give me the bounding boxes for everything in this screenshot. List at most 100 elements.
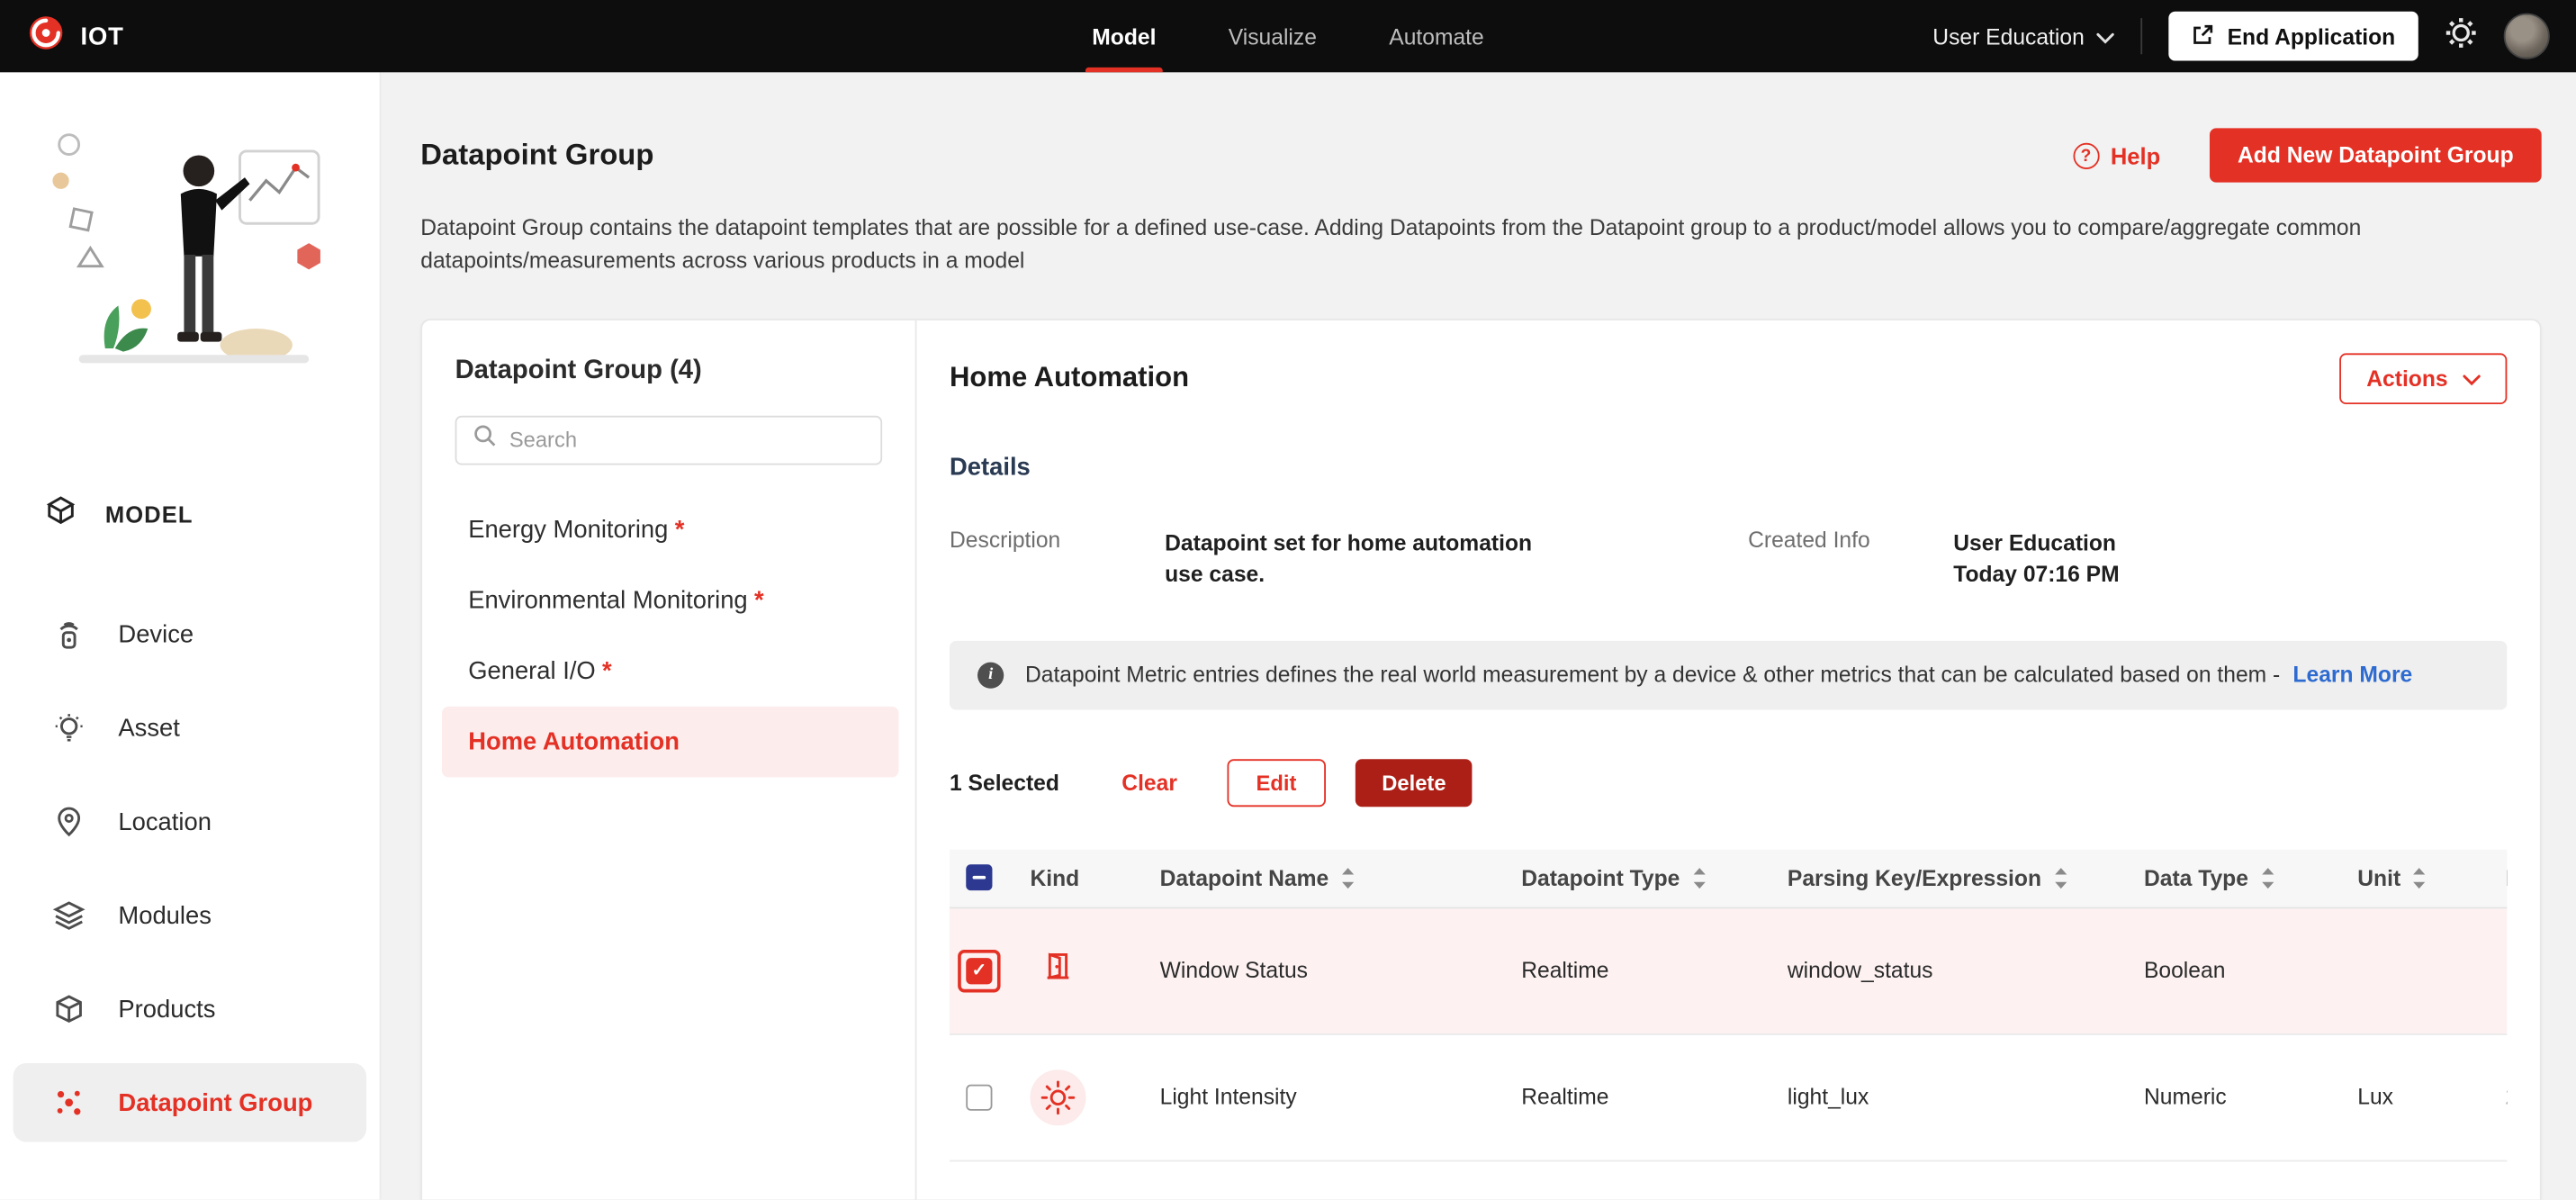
- actions-button[interactable]: Actions: [2340, 352, 2508, 404]
- learn-more-link[interactable]: Learn More: [2292, 663, 2412, 687]
- app-window: IOT Model Visualize Automate User Educat…: [0, 0, 2576, 1200]
- row-checkbox-empty[interactable]: [966, 1083, 993, 1111]
- group-item-general-io[interactable]: General I/O *: [442, 635, 898, 705]
- row-checkbox-checked[interactable]: [966, 957, 993, 984]
- group-detail-panel: Home Automation Actions Details Descript…: [916, 320, 2539, 1199]
- help-icon: [2072, 141, 2100, 169]
- created-info-value: User Education Today 07:16 PM: [1953, 527, 2507, 591]
- cell-datapoint-type: Realtime: [1521, 958, 1609, 983]
- group-search[interactable]: [455, 414, 883, 465]
- required-marker: *: [602, 656, 612, 685]
- sort-icon[interactable]: [2053, 867, 2067, 889]
- cell-data-type: Numeric: [2143, 1084, 2227, 1110]
- col-datapoint-name: Datapoint Name: [1159, 865, 1329, 890]
- sidebar-item-label: Asset: [118, 714, 180, 743]
- col-datapoint-type: Datapoint Type: [1521, 865, 1680, 890]
- sidebar-item-asset[interactable]: Asset: [0, 689, 380, 768]
- app-logo: IOT: [26, 13, 124, 60]
- topbar-divider: [2139, 18, 2142, 55]
- info-banner: Datapoint Metric entries defines the rea…: [950, 640, 2508, 709]
- col-data-type: Data Type: [2143, 865, 2248, 890]
- cell-data-type: Boolean: [2143, 958, 2226, 983]
- modules-layers-icon: [50, 898, 89, 932]
- end-application-label: End Application: [2227, 23, 2396, 49]
- row-checkbox-ring: [958, 949, 1001, 992]
- topbar-right: User Education End Application: [1932, 11, 2550, 61]
- required-marker: *: [753, 585, 764, 614]
- sidebar: MODEL Device Asset Location Modules Prod…: [0, 72, 382, 1200]
- sidebar-section-model: MODEL: [0, 475, 380, 553]
- sidebar-item-label: Datapoint Group: [118, 1088, 313, 1117]
- sort-icon[interactable]: [2260, 867, 2274, 889]
- page-header: Datapoint Group Help Add New Datapoint G…: [420, 128, 2542, 183]
- cell-parsing-key: light_lux: [1787, 1084, 1869, 1110]
- tab-visualize[interactable]: Visualize: [1225, 0, 1320, 72]
- info-note: Datapoint Metric entries defines the rea…: [1024, 662, 2281, 688]
- help-link[interactable]: Help: [2072, 141, 2161, 169]
- search-icon: [473, 424, 497, 456]
- datapoint-group-dots-icon: [50, 1086, 89, 1119]
- search-input[interactable]: [509, 427, 865, 452]
- content-card: Datapoint Group (4) Energy Monitoring: [420, 318, 2542, 1200]
- sidebar-item-label: Device: [118, 620, 194, 649]
- sidebar-illustration: [45, 115, 334, 402]
- group-item-label: General I/O: [468, 656, 596, 685]
- table-header-row: Kind Datapoint Name Datapoint Type Parsi…: [950, 848, 2508, 908]
- end-application-button[interactable]: End Application: [2167, 11, 2418, 61]
- settings-gear-icon[interactable]: [2445, 15, 2478, 57]
- created-info-label: Created Info: [1748, 526, 1870, 552]
- sidebar-item-products[interactable]: Products: [0, 970, 380, 1049]
- required-marker: *: [674, 515, 685, 544]
- sort-icon[interactable]: [2412, 867, 2427, 889]
- group-item-energy-monitoring[interactable]: Energy Monitoring *: [442, 493, 898, 564]
- group-list-title: Datapoint Group (4): [455, 356, 702, 384]
- group-item-label: Environmental Monitoring: [468, 585, 748, 614]
- cell-unit: Lux: [2357, 1084, 2394, 1110]
- sidebar-nav: Device Asset Location Modules Products D…: [0, 595, 380, 1142]
- chevron-down-icon: [2095, 23, 2114, 48]
- delete-button[interactable]: Delete: [1356, 758, 1473, 807]
- col-kind: Kind: [1030, 865, 1080, 890]
- topbar: IOT Model Visualize Automate User Educat…: [0, 0, 2576, 73]
- model-cube-icon: [40, 494, 82, 532]
- edit-button[interactable]: Edit: [1226, 758, 1327, 807]
- sidebar-item-datapoint-group[interactable]: Datapoint Group: [13, 1062, 367, 1142]
- asset-bulb-icon: [50, 711, 89, 744]
- clear-selection-link[interactable]: Clear: [1121, 770, 1177, 794]
- group-item-home-automation[interactable]: Home Automation: [441, 705, 899, 777]
- group-list: Energy Monitoring * Environmental Monitor…: [441, 493, 899, 777]
- sort-icon[interactable]: [1340, 867, 1355, 889]
- sidebar-item-device[interactable]: Device: [0, 595, 380, 674]
- help-label: Help: [2110, 141, 2161, 169]
- avatar[interactable]: [2503, 13, 2550, 59]
- model-label: MODEL: [104, 500, 194, 527]
- page-title: Datapoint Group: [420, 138, 654, 171]
- details-grid: Description Datapoint set for home autom…: [950, 527, 2507, 591]
- cell-decimals: 2: [2506, 1085, 2508, 1109]
- user-menu[interactable]: User Education: [1932, 23, 2114, 49]
- external-link-icon: [2191, 23, 2214, 50]
- actions-label: Actions: [2366, 365, 2448, 391]
- tab-automate[interactable]: Automate: [1386, 0, 1488, 72]
- sidebar-item-modules[interactable]: Modules: [0, 876, 380, 955]
- group-item-label: Home Automation: [468, 726, 680, 755]
- main-content: Datapoint Group Help Add New Datapoint G…: [381, 72, 2576, 1200]
- group-item-environmental-monitoring[interactable]: Environmental Monitoring *: [442, 564, 898, 635]
- cell-datapoint-type: Realtime: [1521, 1084, 1609, 1110]
- logo-icon: [26, 13, 66, 60]
- top-navigation: Model Visualize Automate: [1085, 0, 1488, 73]
- logo-text: IOT: [80, 22, 124, 50]
- table-row[interactable]: Window Status Realtime window_status Boo…: [950, 907, 2508, 1035]
- add-new-datapoint-group-button[interactable]: Add New Datapoint Group: [2209, 128, 2542, 183]
- tab-model[interactable]: Model: [1085, 0, 1163, 73]
- sidebar-item-label: Location: [118, 808, 212, 836]
- sort-icon[interactable]: [1691, 867, 1706, 889]
- device-icon: [50, 618, 89, 651]
- created-time: Today 07:16 PM: [1953, 562, 2120, 587]
- table-row[interactable]: Light Intensity Realtime light_lux Numer…: [950, 1034, 2508, 1161]
- cell-parsing-key: window_status: [1787, 958, 1933, 983]
- col-parsing-key: Parsing Key/Expression: [1787, 865, 2042, 890]
- sidebar-item-location[interactable]: Location: [0, 782, 380, 862]
- select-all-checkbox[interactable]: [966, 864, 993, 891]
- page-description: Datapoint Group contains the datapoint t…: [420, 215, 2362, 274]
